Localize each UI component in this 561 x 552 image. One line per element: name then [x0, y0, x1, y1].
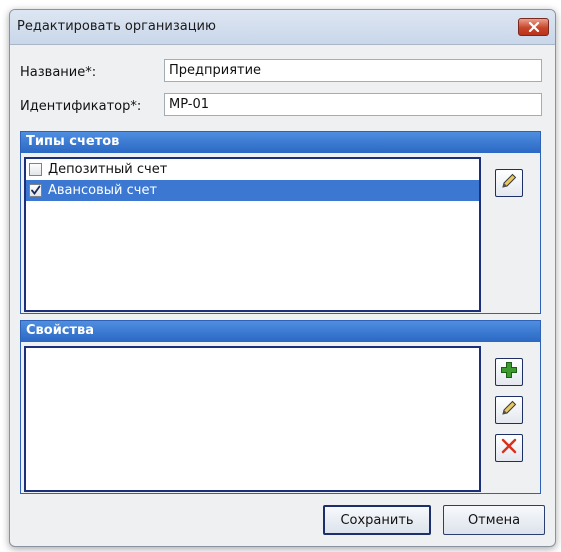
- identifier-label: Идентификатор*:: [20, 99, 142, 114]
- properties-toolbar: [487, 346, 538, 492]
- list-item-label: Депозитный счет: [48, 162, 168, 177]
- account-types-group: Типы счетов Депозитный счет Авансовый сч…: [20, 131, 541, 314]
- pencil-icon: [500, 172, 518, 194]
- edit-organization-dialog: Редактировать организацию Название*: Пре…: [9, 9, 556, 547]
- delete-x-icon: [500, 437, 518, 459]
- edit-property-button[interactable]: [495, 396, 523, 424]
- close-icon: [528, 22, 540, 32]
- plus-icon: [500, 361, 518, 383]
- list-item[interactable]: Авансовый счет: [26, 180, 479, 201]
- name-field[interactable]: Предприятие: [164, 59, 542, 82]
- checkbox[interactable]: [29, 163, 42, 176]
- account-types-header: Типы счетов: [21, 132, 540, 153]
- delete-property-button[interactable]: [495, 434, 523, 462]
- properties-header: Свойства: [21, 321, 540, 342]
- account-types-list[interactable]: Депозитный счет Авансовый счет: [24, 157, 481, 312]
- save-button[interactable]: Сохранить: [323, 505, 431, 535]
- edit-account-type-button[interactable]: [495, 169, 523, 197]
- pencil-icon: [500, 399, 518, 421]
- close-button[interactable]: [518, 18, 549, 36]
- cancel-button[interactable]: Отмена: [443, 505, 545, 535]
- dialog-title: Редактировать организацию: [17, 19, 216, 34]
- properties-group: Свойства: [20, 320, 541, 494]
- checkmark-icon: [31, 185, 41, 195]
- add-property-button[interactable]: [495, 358, 523, 386]
- title-bar[interactable]: Редактировать организацию: [10, 10, 555, 45]
- name-label: Название*:: [20, 65, 97, 80]
- list-item-label: Авансовый счет: [48, 183, 158, 198]
- account-types-toolbar: [487, 157, 538, 312]
- identifier-field[interactable]: MP-01: [164, 93, 542, 116]
- list-item[interactable]: Депозитный счет: [26, 159, 479, 180]
- checkbox[interactable]: [29, 184, 42, 197]
- properties-list[interactable]: [24, 346, 481, 492]
